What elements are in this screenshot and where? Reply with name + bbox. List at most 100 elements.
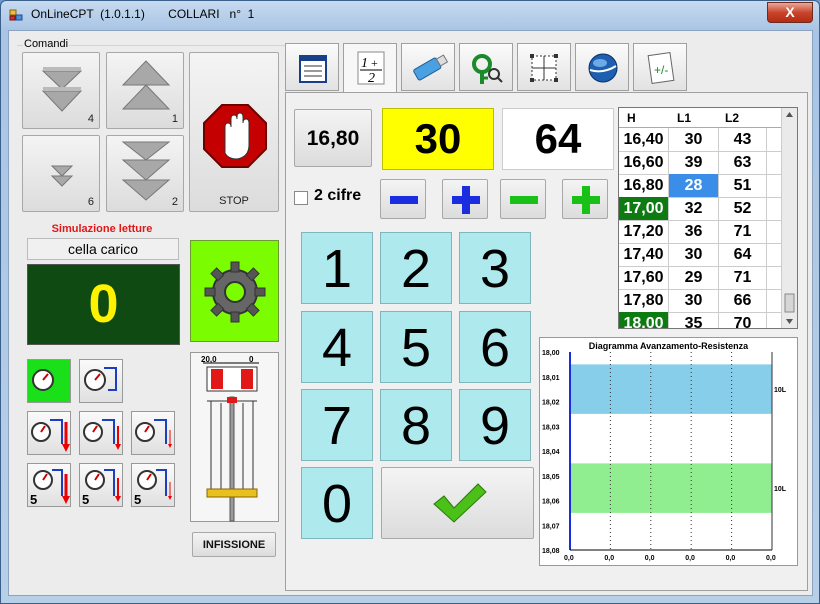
gauge-down-button-3[interactable] xyxy=(131,411,175,455)
column-header-l1: L1 xyxy=(677,111,692,125)
tab-calculator[interactable]: +/- xyxy=(633,43,687,91)
scrollbar-graphic xyxy=(784,112,795,324)
move-down-double-button[interactable]: 4 xyxy=(22,52,100,129)
fraction-icon: 1 +2 xyxy=(357,51,385,86)
table-cell-l1[interactable]: 30 xyxy=(669,289,719,312)
y-tick-label: 18,02 xyxy=(542,400,560,407)
move-down-triple-button[interactable]: 2 xyxy=(106,135,184,212)
table-row[interactable]: 17,80 30 66 xyxy=(619,289,781,313)
gauge-icon xyxy=(32,369,54,391)
gauge-five-button-1[interactable]: 5 xyxy=(27,463,71,507)
table-cell-h[interactable]: 16,60 xyxy=(619,151,669,174)
table-row[interactable]: 17,40 30 64 xyxy=(619,243,781,267)
close-button[interactable]: X xyxy=(767,2,813,23)
gauge-five-button-3[interactable]: 5 xyxy=(131,463,175,507)
keypad-key-5[interactable]: 5 xyxy=(380,311,452,383)
keypad-key-0[interactable]: 0 xyxy=(301,467,373,539)
table-cell-l2[interactable]: 63 xyxy=(719,151,767,174)
table-cell-l1[interactable]: 30 xyxy=(669,128,719,151)
infissione-button[interactable]: INFISSIONE xyxy=(192,532,276,557)
keypad-key-9[interactable]: 9 xyxy=(459,389,531,461)
reading-display: 0 xyxy=(27,264,180,345)
plus-blue-icon xyxy=(452,186,480,214)
table-cell-h[interactable]: 17,20 xyxy=(619,220,669,243)
table-cell-h[interactable]: 17,80 xyxy=(619,289,669,312)
table-cell-l1[interactable]: 32 xyxy=(669,197,719,220)
table-row[interactable]: 18,00 35 70 xyxy=(619,312,781,328)
app-window: OnLineCPT (1.0.1.1) COLLARI n° 1 X Coman… xyxy=(0,0,820,604)
table-cell-l2[interactable]: 70 xyxy=(719,312,767,328)
tab-key-search[interactable] xyxy=(459,43,513,91)
y-tick-label: 18,03 xyxy=(542,424,560,431)
table-cell-h[interactable]: 17,00 xyxy=(619,197,669,220)
table-cell-l2[interactable]: 71 xyxy=(719,220,767,243)
tab-fraction[interactable]: 1 +2 xyxy=(343,43,397,93)
two-digits-checkbox[interactable] xyxy=(294,191,308,205)
table-cell-l2[interactable]: 64 xyxy=(719,243,767,266)
x-tick-label: 0,0 xyxy=(645,555,655,562)
table-cell-h[interactable]: 18,00 xyxy=(619,312,669,328)
table-cell-l2[interactable]: 43 xyxy=(719,128,767,151)
depth-value-button[interactable]: 16,80 xyxy=(294,109,372,167)
table-cell-l1[interactable]: 29 xyxy=(669,266,719,289)
tab-list-form[interactable] xyxy=(285,43,339,91)
gauge-five-icon: 5 xyxy=(134,469,172,507)
l1-minus-button[interactable] xyxy=(380,179,426,219)
client-area: Comandi 4 1 6 2 STOP Simulazione letture… xyxy=(8,30,813,596)
keypad-key-4[interactable]: 4 xyxy=(301,311,373,383)
simulation-gear-button[interactable] xyxy=(190,240,279,342)
l2-minus-button[interactable] xyxy=(500,179,546,219)
gear-icon xyxy=(204,261,266,323)
gauge-mode-button-1[interactable] xyxy=(27,359,71,403)
table-cell-l2[interactable]: 51 xyxy=(719,174,767,197)
table-cell-l2[interactable]: 66 xyxy=(719,289,767,312)
table-row[interactable]: 17,20 36 71 xyxy=(619,220,781,244)
keypad-key-1[interactable]: 1 xyxy=(301,232,373,304)
tab-usb-drive[interactable] xyxy=(401,43,455,91)
move-down-small-button[interactable]: 6 xyxy=(22,135,100,212)
globe-icon xyxy=(588,53,618,83)
table-cell-l1[interactable]: 36 xyxy=(669,220,719,243)
tab-grid-select[interactable] xyxy=(517,43,571,91)
table-row[interactable]: 16,40 30 43 xyxy=(619,128,781,152)
chart-band xyxy=(570,364,772,414)
move-up-double-button[interactable]: 1 xyxy=(106,52,184,129)
table-cell-l1[interactable]: 30 xyxy=(669,243,719,266)
keypad-key-2[interactable]: 2 xyxy=(380,232,452,304)
keypad-key-6[interactable]: 6 xyxy=(459,311,531,383)
keypad-key-3[interactable]: 3 xyxy=(459,232,531,304)
gauge-five-button-2[interactable]: 5 xyxy=(79,463,123,507)
l1-value-display: 30 xyxy=(382,108,494,170)
gauge-arrow-down-icon xyxy=(31,419,70,452)
table-cell-l1[interactable]: 39 xyxy=(669,151,719,174)
gauge-down-button-1[interactable] xyxy=(27,411,71,455)
keypad-key-8[interactable]: 8 xyxy=(380,389,452,461)
x-tick-label: 0,0 xyxy=(564,555,574,562)
table-cell-h[interactable]: 16,40 xyxy=(619,128,669,151)
table-row[interactable]: 16,60 39 63 xyxy=(619,151,781,175)
l2-plus-button[interactable] xyxy=(562,179,608,219)
gauge-down-button-2[interactable] xyxy=(79,411,123,455)
x-tick-label: 0,0 xyxy=(604,555,614,562)
stop-button[interactable]: STOP xyxy=(189,52,279,212)
table-cell-h[interactable]: 16,80 xyxy=(619,174,669,197)
table-row[interactable]: 17,60 29 71 xyxy=(619,266,781,290)
table-cell-l1[interactable]: 35 xyxy=(669,312,719,328)
button-number: 6 xyxy=(87,196,94,208)
table-row[interactable]: 16,80 28 51 xyxy=(619,174,781,198)
tab-globe[interactable] xyxy=(575,43,629,91)
x-tick-label: 0,0 xyxy=(766,555,776,562)
table-cell-h[interactable]: 17,60 xyxy=(619,266,669,289)
table-cell-l2[interactable]: 71 xyxy=(719,266,767,289)
confirm-button[interactable] xyxy=(381,467,534,539)
l1-plus-button[interactable] xyxy=(442,179,488,219)
table-cell-l2[interactable]: 52 xyxy=(719,197,767,220)
gauge-mode-button-2[interactable] xyxy=(79,359,123,403)
keypad-key-7[interactable]: 7 xyxy=(301,389,373,461)
table-row[interactable]: 17,00 32 52 xyxy=(619,197,781,221)
sensor-name-field[interactable]: cella carico xyxy=(27,238,179,260)
table-cell-l1[interactable]: 28 xyxy=(669,174,719,197)
table-scrollbar[interactable] xyxy=(781,108,797,328)
table-cell-h[interactable]: 17,40 xyxy=(619,243,669,266)
y-tick-label: 18,08 xyxy=(542,548,560,555)
